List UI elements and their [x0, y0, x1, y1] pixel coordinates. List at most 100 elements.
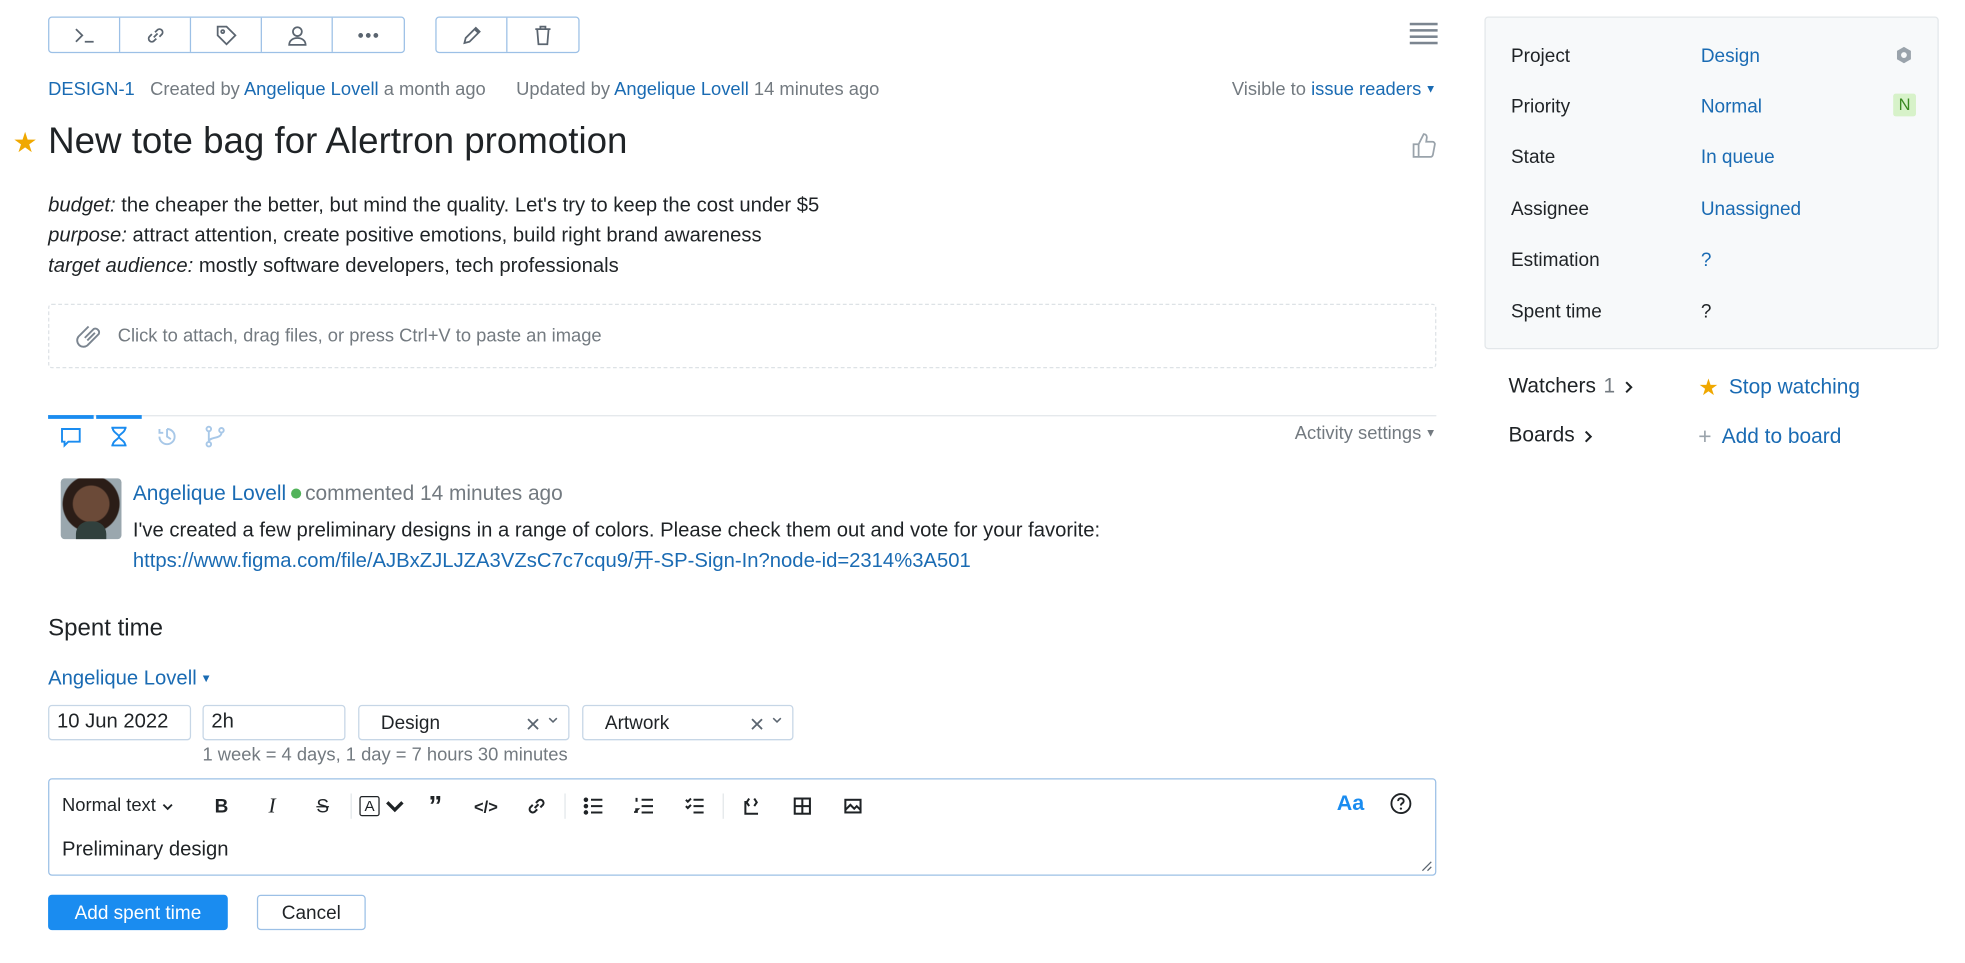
- delete-button[interactable]: [507, 18, 578, 52]
- text-format-dropdown[interactable]: Normal text: [62, 796, 196, 816]
- add-to-board-button[interactable]: + Add to board: [1698, 424, 1841, 451]
- description-text: attract attention, create positive emoti…: [126, 225, 762, 247]
- checklist-button[interactable]: [669, 792, 720, 820]
- italic-button[interactable]: I: [247, 792, 298, 820]
- command-icon: [74, 27, 94, 43]
- description-key: budget:: [48, 194, 116, 217]
- activity-settings-label: Activity settings: [1294, 423, 1422, 445]
- assign-button[interactable]: [262, 17, 333, 52]
- tab-comments[interactable]: [48, 415, 94, 453]
- activity-tabs: [48, 415, 238, 453]
- issue-actions-group: [48, 16, 405, 54]
- user-icon: [287, 25, 306, 46]
- strikethrough-icon: S: [316, 795, 330, 817]
- field-value[interactable]: ?: [1701, 249, 1712, 271]
- bullet-list-button[interactable]: [568, 792, 619, 820]
- editor-toolbar: Normal text B I S A ” </>: [62, 792, 878, 820]
- work-type-value: Design: [380, 711, 441, 734]
- date-input[interactable]: 10 Jun 2022: [48, 704, 192, 741]
- spent-time-user-dropdown[interactable]: Angelique Lovell ▼: [48, 668, 212, 691]
- code-button[interactable]: </>: [461, 792, 512, 820]
- hourglass-icon: [111, 426, 127, 446]
- field-value: ?: [1700, 301, 1712, 323]
- checklist-icon: [685, 797, 704, 814]
- field-label: State: [1511, 146, 1556, 169]
- strikethrough-button[interactable]: S: [297, 792, 348, 820]
- field-priority[interactable]: Priority Normal N: [1511, 93, 1929, 121]
- numbered-list-button[interactable]: [619, 792, 670, 820]
- add-spent-time-button[interactable]: Add spent time: [48, 894, 228, 931]
- toolbar-separator: [722, 793, 724, 819]
- avatar[interactable]: [60, 478, 122, 540]
- link-issue-button[interactable]: [120, 17, 192, 52]
- field-project[interactable]: Project Design: [1511, 46, 1929, 71]
- text-color-button[interactable]: A: [354, 792, 410, 820]
- caret-down-icon: ▼: [1425, 426, 1437, 440]
- thumbs-up-icon[interactable]: [1411, 132, 1436, 160]
- bold-button[interactable]: B: [196, 792, 247, 820]
- watchers-toggle[interactable]: Watchers 1: [1508, 375, 1635, 399]
- quote-button[interactable]: ”: [410, 792, 461, 820]
- attachment-dropzone[interactable]: Click to attach, drag files, or press Ct…: [48, 303, 1437, 369]
- visibility-dropdown[interactable]: issue readers: [1311, 80, 1421, 100]
- command-button[interactable]: [49, 17, 121, 52]
- work-type-select[interactable]: Design ×: [358, 704, 570, 741]
- clear-icon[interactable]: ×: [526, 711, 541, 740]
- activity-settings-dropdown[interactable]: Activity settings ▼: [1295, 424, 1437, 444]
- add-to-board-label: Add to board: [1721, 425, 1842, 448]
- toolbar-separator: [350, 793, 352, 819]
- text-format-label: Normal text: [62, 795, 156, 817]
- field-value[interactable]: Design: [1701, 46, 1760, 68]
- comment-icon: [61, 427, 81, 448]
- edit-button[interactable]: [437, 17, 508, 52]
- watchers-label: Watchers: [1508, 374, 1596, 398]
- image-button[interactable]: [828, 792, 879, 820]
- field-value[interactable]: Unassigned: [1701, 199, 1801, 221]
- field-value[interactable]: In queue: [1701, 147, 1775, 169]
- comment-author-link[interactable]: Angelique Lovell: [133, 482, 286, 505]
- chevron-down-icon: [386, 801, 404, 813]
- help-icon[interactable]: [1390, 792, 1413, 815]
- tag-button[interactable]: [191, 17, 262, 52]
- activity-divider: [48, 415, 1437, 417]
- editor-content[interactable]: Preliminary design: [62, 839, 229, 862]
- field-state[interactable]: State In queue: [1511, 147, 1929, 172]
- field-estimation[interactable]: Estimation ?: [1511, 249, 1929, 274]
- description-line: budget: the cheaper the better, but mind…: [48, 191, 819, 221]
- cancel-button[interactable]: Cancel: [256, 894, 366, 931]
- rich-text-editor[interactable]: Normal text B I S A ” </> Aa Preliminary…: [48, 778, 1437, 876]
- field-value[interactable]: Normal: [1701, 96, 1762, 118]
- category-select[interactable]: Artwork ×: [582, 704, 794, 741]
- comment-link[interactable]: https://www.figma.com/file/AJBxZJLJZA3VZ…: [133, 550, 971, 572]
- field-spent-time[interactable]: Spent time ?: [1511, 301, 1929, 326]
- tab-vcs[interactable]: [192, 415, 238, 453]
- issue-id-link[interactable]: DESIGN-1: [48, 80, 135, 100]
- field-label: Estimation: [1511, 249, 1600, 271]
- text-style-toggle[interactable]: Aa: [1337, 791, 1365, 816]
- duration-input[interactable]: 2h: [202, 704, 346, 741]
- more-button[interactable]: [333, 18, 404, 52]
- stop-watching-button[interactable]: ★ Stop watching: [1698, 375, 1860, 402]
- author-link[interactable]: Angelique Lovell: [244, 80, 379, 100]
- clear-icon[interactable]: ×: [750, 711, 765, 740]
- description-text: mostly software developers, tech profess…: [193, 255, 619, 278]
- resize-handle-icon[interactable]: [1420, 859, 1433, 872]
- star-icon[interactable]: ★: [13, 127, 38, 160]
- code-block-button[interactable]: [726, 792, 777, 820]
- boards-toggle[interactable]: Boards: [1508, 424, 1594, 448]
- attach-hint: Click to attach, drag files, or press Ct…: [117, 325, 602, 347]
- gear-icon[interactable]: [1894, 46, 1913, 65]
- table-button[interactable]: [777, 792, 828, 820]
- field-label: Priority: [1511, 96, 1571, 118]
- updater-link[interactable]: Angelique Lovell: [614, 80, 749, 100]
- edit-icon: [462, 25, 481, 44]
- spent-time-user: Angelique Lovell: [48, 668, 197, 690]
- description-key: target audience:: [48, 255, 194, 278]
- tab-spent-time[interactable]: [96, 415, 142, 453]
- field-assignee[interactable]: Assignee Unassigned: [1511, 199, 1929, 224]
- link-button[interactable]: [511, 792, 562, 820]
- hamburger-menu-icon[interactable]: [1409, 22, 1438, 46]
- tab-history[interactable]: [144, 415, 190, 453]
- chevron-right-icon: [1585, 430, 1593, 442]
- spent-time-title: Spent time: [48, 615, 164, 642]
